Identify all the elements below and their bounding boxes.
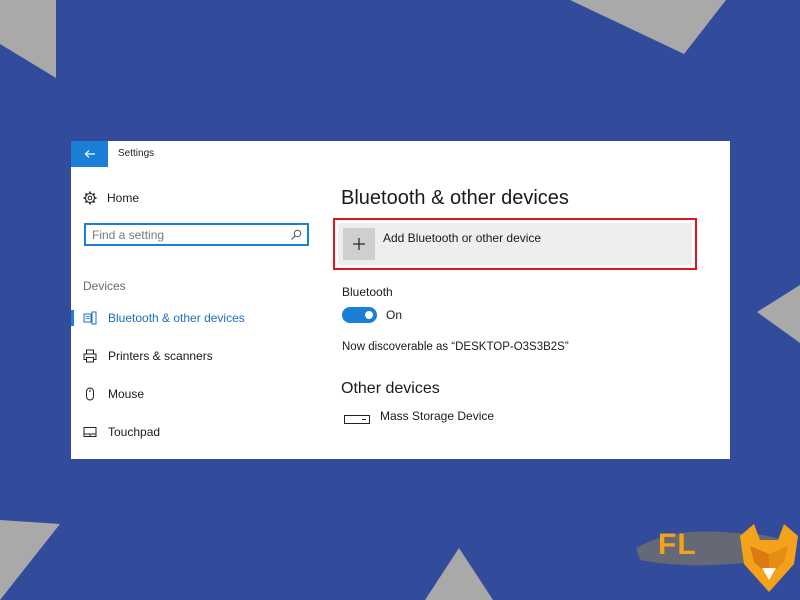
app-title: Settings xyxy=(118,148,155,159)
bg-triangle-bottom-left xyxy=(0,520,60,600)
mouse-icon xyxy=(83,387,97,401)
gear-icon xyxy=(83,191,97,205)
devices-section-label: Devices xyxy=(83,279,126,293)
sidebar-item-bluetooth[interactable]: Bluetooth & other devices xyxy=(71,307,321,329)
sidebar: Home Devices Bluetooth & other devices xyxy=(71,167,321,459)
sidebar-item-label: Printers & scanners xyxy=(108,349,213,363)
sidebar-item-label: Touchpad xyxy=(108,425,161,439)
add-device-label: Add Bluetooth or other device xyxy=(383,231,542,245)
device-item-mass-storage[interactable]: Mass Storage Device xyxy=(344,405,644,431)
sidebar-home[interactable]: Home xyxy=(83,191,139,205)
bg-triangle-right xyxy=(757,285,800,343)
title-bar: Settings xyxy=(71,141,730,167)
sidebar-item-mouse[interactable]: Mouse xyxy=(71,383,321,405)
main-content: Bluetooth & other devices Add Bluetooth … xyxy=(333,167,730,459)
storage-device-icon xyxy=(344,415,370,424)
toggle-knob xyxy=(365,311,373,319)
settings-window: Settings Home Devices xyxy=(71,141,730,459)
search-input[interactable] xyxy=(92,227,282,242)
bg-triangle-top-left xyxy=(0,0,56,78)
add-device-button[interactable]: Add Bluetooth or other device xyxy=(338,223,692,265)
discoverable-status: Now discoverable as “DESKTOP-O3S3B2S” xyxy=(342,341,569,353)
printer-icon xyxy=(83,349,97,363)
search-box[interactable] xyxy=(84,223,309,246)
plus-icon xyxy=(343,228,375,260)
bg-triangle-bottom xyxy=(425,548,493,600)
search-icon xyxy=(291,229,302,240)
highlight-box: Add Bluetooth or other device xyxy=(333,218,697,270)
page-title: Bluetooth & other devices xyxy=(341,187,569,209)
sidebar-item-label: Bluetooth & other devices xyxy=(108,311,245,325)
sidebar-item-label: Mouse xyxy=(108,387,145,401)
home-label: Home xyxy=(107,191,140,205)
back-arrow-icon xyxy=(84,150,95,158)
active-indicator xyxy=(71,310,74,326)
bluetooth-label: Bluetooth xyxy=(342,285,393,299)
logo-text: FL xyxy=(658,528,697,561)
other-devices-heading: Other devices xyxy=(341,380,440,397)
bluetooth-toggle[interactable] xyxy=(342,307,377,323)
touchpad-icon xyxy=(83,425,97,439)
device-label: Mass Storage Device xyxy=(380,409,495,423)
back-button[interactable] xyxy=(71,141,108,167)
toggle-state-label: On xyxy=(386,308,403,322)
sidebar-item-touchpad[interactable]: Touchpad xyxy=(71,421,321,443)
bluetooth-devices-icon xyxy=(83,311,97,325)
bg-triangle-top-right xyxy=(570,0,726,54)
sidebar-item-printers[interactable]: Printers & scanners xyxy=(71,345,321,367)
